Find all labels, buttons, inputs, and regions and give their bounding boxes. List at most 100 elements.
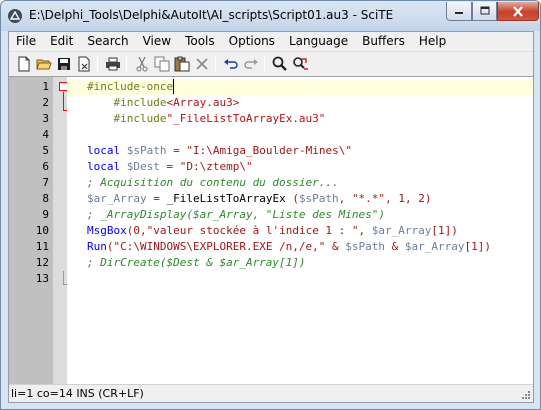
code-token: "_FileListToArrayEx.au3" [166,112,326,125]
code-line[interactable]: local $sPath = "I:\Amiga_Boulder-Mines\" [87,143,352,159]
code-line[interactable]: ; Acquisition du contenu du dossier... [87,175,339,191]
code-token: ( [106,240,114,253]
close-icon [513,5,523,17]
code-token: "*.*" [351,192,386,205]
code-token: 1 [471,240,478,253]
line-number: 6 [42,160,49,173]
window-title: E:\Delphi_Tools\Delphi&AutoIt\AI_scripts… [29,8,394,22]
toolbar-separator [97,56,98,72]
replace-button[interactable] [291,55,309,73]
print-button[interactable] [104,55,122,73]
code-token: #include [113,96,167,109]
status-text: li=1 co=14 INS (CR+LF) [11,387,144,400]
menu-edit[interactable]: Edit [43,32,80,51]
scite-app-icon[interactable] [8,9,22,23]
menu-language[interactable]: Language [282,32,355,51]
new-file-icon [18,56,30,72]
menu-help[interactable]: Help [412,32,453,51]
code-token: ]) [477,240,492,253]
toolbar-separator [126,56,127,72]
code-token: ) [424,192,432,205]
menu-buffers[interactable]: Buffers [355,32,412,51]
new-file-button[interactable] [15,55,33,73]
text-caret [172,79,174,94]
fold-guide-line [63,271,64,284]
code-line[interactable]: #include-once [87,79,173,95]
status-bar: li=1 co=14 INS (CR+LF) [9,384,533,402]
minimize-button[interactable] [446,2,472,21]
code-token: #include [113,112,167,125]
line-number: 9 [42,208,49,221]
minimize-icon [455,12,463,14]
line-number: 11 [35,240,49,253]
cut-icon [136,56,148,72]
client-area: File Edit Search View Tools Options Lang… [8,31,534,403]
code-token: 1 [438,224,445,237]
code-line[interactable]: $ar_Array = _FileListToArrayEx ($sPath, … [87,191,431,207]
menu-options[interactable]: Options [222,32,282,51]
code-token: , [385,192,392,205]
code-token: "C:\WINDOWS\EXPLORER.EXE /n,/e," [113,240,326,253]
code-token: = [173,144,180,157]
find-button[interactable] [271,55,289,73]
code-line[interactable]: ; DirCreate($Dest & $ar_Array[1]) [87,255,306,271]
code-token: $sPath [345,240,386,253]
code-token: #include-once [87,80,174,93]
save-button[interactable] [55,55,73,73]
code-token: $sPath [298,192,339,205]
code-line[interactable]: Run("C:\WINDOWS\EXPLORER.EXE /n,/e," & $… [87,239,491,255]
line-number: 5 [42,144,49,157]
menu-file[interactable]: File [9,32,43,51]
toolbar-separator [264,56,265,72]
code-line[interactable]: #include<Array.au3> [87,95,240,111]
paste-button[interactable] [173,55,191,73]
code-token: ; _ArrayDisplay($ar_Array, "Liste des Mi… [87,208,386,221]
copy-button[interactable] [153,55,171,73]
open-button[interactable] [35,55,53,73]
delete-icon [196,58,208,70]
code-token: Run [87,240,107,253]
line-number: 13 [35,272,49,285]
code-token: "I:\Amiga_Boulder-Mines\" [186,144,352,157]
maximize-button[interactable] [472,2,497,21]
redo-button[interactable] [242,55,260,73]
code-line[interactable]: #include"_FileListToArrayEx.au3" [87,111,326,127]
code-editor[interactable]: 1 2 3 4 5 6 7 8 9 10 11 12 13 #include-once #include… [9,76,533,384]
code-token: ; DirCreate($Dest & $ar_Array[1]) [87,256,306,269]
close-button[interactable] [497,2,539,21]
code-token: ]) [444,224,458,237]
code-text-area[interactable]: #include-once #include<Array.au3> #inclu… [67,77,533,384]
code-token: ; Acquisition du contenu du dossier... [87,176,339,189]
line-number: 2 [42,96,49,109]
fold-margin[interactable] [53,77,69,384]
undo-icon [224,59,238,69]
code-line[interactable]: ; _ArrayDisplay($ar_Array, "Liste des Mi… [87,207,385,223]
code-token: = [153,192,160,205]
menu-search[interactable]: Search [80,32,135,51]
title-bar[interactable]: E:\Delphi_Tools\Delphi&AutoIt\AI_scripts… [1,1,540,31]
code-line[interactable]: MsgBox(0,"valeur stockée à l'indice 1 : … [87,223,458,239]
code-token: & [332,240,339,253]
menu-view[interactable]: View [136,32,178,51]
paste-icon [174,56,190,72]
delete-button[interactable] [193,55,211,73]
code-token: <Array.au3> [166,96,240,109]
menu-tools[interactable]: Tools [178,32,222,51]
code-line[interactable]: local $Dest = "D:\ztemp\" [87,159,253,175]
line-number: 1 [42,80,49,93]
cut-button[interactable] [133,55,151,73]
redo-icon [244,59,258,69]
close-file-button[interactable] [75,55,93,73]
undo-button[interactable] [222,55,240,73]
resize-grip-icon[interactable] [521,390,531,400]
code-token: $Dest [126,160,160,173]
save-icon [58,58,70,70]
find-icon [272,56,287,71]
line-number: 8 [42,192,49,205]
